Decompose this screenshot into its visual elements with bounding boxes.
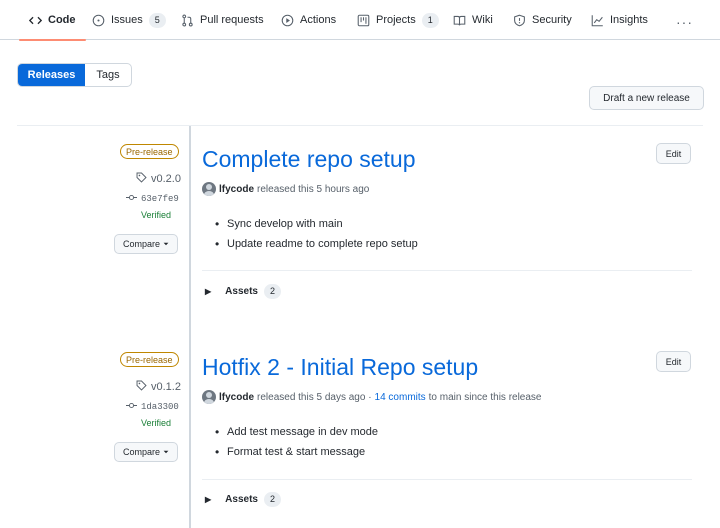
release-time: released this 5 days ago · [257, 391, 372, 403]
tab-issues[interactable]: Issues 5 [92, 0, 166, 40]
tab-security[interactable]: Security [513, 0, 572, 40]
tag-icon [136, 172, 147, 186]
list-item: Format test & start message [215, 442, 378, 462]
tag-label: v0.1.2 [151, 381, 181, 393]
commits-link[interactable]: 14 commits [375, 392, 426, 403]
verified-badge[interactable]: Verified [141, 210, 171, 220]
tab-issues-label: Issues [111, 14, 143, 26]
release-commit[interactable]: 1da3300 [126, 400, 179, 414]
prerelease-badge: Pre-release [120, 352, 179, 367]
repo-nav: Code Issues 5 Pull requests Actions Proj… [0, 0, 720, 41]
tags-tab[interactable]: Tags [85, 64, 131, 86]
commit-sha: 1da3300 [141, 402, 179, 412]
assets-label: Assets [225, 286, 258, 297]
tab-code-label: Code [48, 14, 76, 26]
tab-insights-label: Insights [610, 14, 648, 26]
release-title[interactable]: Complete repo setup [202, 146, 416, 173]
releases-tab[interactable]: Releases [18, 64, 85, 86]
release-author-line: lfycode released this 5 hours ago [202, 182, 369, 196]
compare-button[interactable]: Compare [114, 234, 178, 254]
caret-right-icon: ▶ [205, 495, 212, 504]
release-timeline [189, 126, 191, 528]
release-notes: Add test message in dev mode Format test… [215, 422, 378, 462]
assets-counter: 2 [263, 284, 281, 299]
compare-button[interactable]: Compare [114, 442, 178, 462]
releases-tags-switch: Releases Tags [17, 63, 132, 87]
edit-release-button[interactable]: Edit [656, 143, 691, 164]
issues-counter: 5 [148, 12, 166, 28]
tag-icon [136, 380, 147, 394]
graph-icon [591, 14, 604, 27]
project-icon [357, 14, 370, 27]
tab-insights[interactable]: Insights [591, 0, 648, 40]
code-icon [29, 14, 42, 27]
commits-suffix: to main since this release [428, 391, 542, 403]
tab-actions-label: Actions [300, 14, 337, 26]
commit-sha: 63e7fe9 [141, 194, 179, 204]
release-commit[interactable]: 63e7fe9 [126, 192, 179, 206]
issue-icon [92, 14, 105, 27]
shield-icon [513, 14, 526, 27]
projects-counter: 1 [421, 12, 439, 28]
commit-icon [126, 400, 137, 414]
author-name[interactable]: lfycode [219, 392, 254, 403]
caret-right-icon: ▶ [205, 287, 212, 296]
avatar[interactable] [202, 182, 216, 196]
divider [17, 125, 703, 126]
chevron-down-icon [163, 239, 169, 249]
prerelease-badge: Pre-release [120, 144, 179, 159]
release-tag[interactable]: v0.2.0 [136, 172, 181, 186]
release-author-line: lfycode released this 5 days ago · 14 co… [202, 390, 542, 404]
divider [202, 479, 692, 480]
release-notes: Sync develop with main Update readme to … [215, 214, 418, 254]
tab-actions[interactable]: Actions [281, 0, 336, 40]
commit-icon [126, 192, 137, 206]
tab-pull-requests-label: Pull requests [200, 14, 264, 26]
tab-code[interactable]: Code [19, 0, 85, 41]
draft-release-button[interactable]: Draft a new release [589, 86, 704, 110]
verified-badge[interactable]: Verified [141, 418, 171, 428]
release-time: released this 5 hours ago [257, 183, 370, 195]
play-icon [281, 14, 294, 27]
assets-toggle[interactable]: ▶ Assets 2 [205, 284, 281, 299]
tag-label: v0.2.0 [151, 173, 181, 185]
tab-wiki[interactable]: Wiki [453, 0, 493, 40]
avatar[interactable] [202, 390, 216, 404]
pull-request-icon [181, 14, 194, 27]
divider [202, 270, 692, 271]
more-menu-icon[interactable]: ··· [676, 14, 693, 30]
release-tag[interactable]: v0.1.2 [136, 380, 181, 394]
tab-projects-label: Projects [376, 14, 416, 26]
assets-toggle[interactable]: ▶ Assets 2 [205, 492, 281, 507]
book-icon [453, 14, 466, 27]
list-item: Update readme to complete repo setup [215, 234, 418, 254]
assets-label: Assets [225, 494, 258, 505]
edit-release-button[interactable]: Edit [656, 351, 691, 372]
tab-wiki-label: Wiki [472, 14, 493, 26]
tab-projects[interactable]: Projects 1 [357, 0, 439, 40]
tab-pull-requests[interactable]: Pull requests [181, 0, 264, 40]
release-title[interactable]: Hotfix 2 - Initial Repo setup [202, 354, 478, 381]
assets-counter: 2 [263, 492, 281, 507]
chevron-down-icon [163, 447, 169, 457]
tab-security-label: Security [532, 14, 572, 26]
compare-label: Compare [122, 447, 160, 457]
compare-label: Compare [122, 239, 160, 249]
list-item: Add test message in dev mode [215, 422, 378, 442]
list-item: Sync develop with main [215, 214, 418, 234]
author-name[interactable]: lfycode [219, 184, 254, 195]
